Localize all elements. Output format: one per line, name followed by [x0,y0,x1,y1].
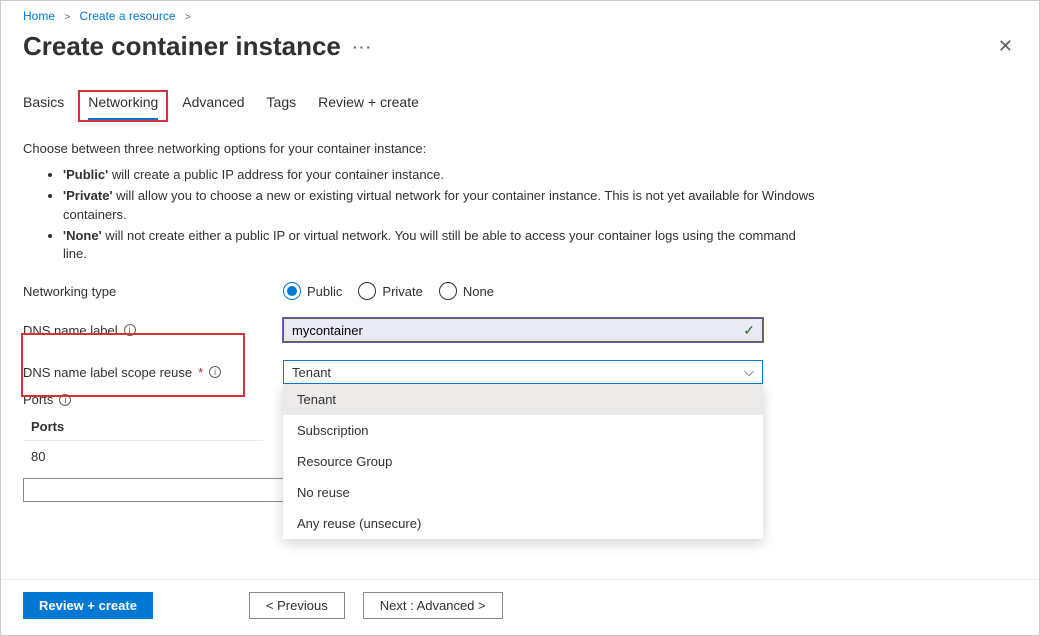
more-icon[interactable]: ··· [353,39,373,55]
close-icon[interactable]: ✕ [994,32,1017,61]
next-button[interactable]: Next : Advanced > [363,592,503,619]
dd-item-tenant[interactable]: Tenant [283,384,763,415]
ports-column-header: Ports [23,413,263,441]
intro-text: Choose between three networking options … [23,141,1017,156]
previous-button[interactable]: < Previous [249,592,345,619]
info-icon[interactable]: i [124,324,136,336]
networking-type-radios: Public Private None [283,282,763,300]
label-dns-scope: DNS name label scope reuse * i [23,365,283,380]
footer-bar: Review + create < Previous Next : Advanc… [1,579,1039,635]
breadcrumb-home[interactable]: Home [23,9,55,23]
dns-name-input[interactable] [283,318,763,342]
radio-none[interactable]: None [439,282,494,300]
chevron-down-icon: ⌵ [744,364,754,380]
radio-public[interactable]: Public [283,282,342,300]
dd-item-subscription[interactable]: Subscription [283,415,763,446]
required-star: * [198,365,203,380]
chevron-right-icon: > [64,12,70,23]
dd-item-resourcegroup[interactable]: Resource Group [283,446,763,477]
bullet-private: 'Private' will allow you to choose a new… [63,187,823,225]
tab-basics[interactable]: Basics [23,94,64,122]
tab-bar: Basics Networking Advanced Tags Review +… [1,62,1039,123]
page-title: Create container instance ··· [23,31,373,62]
breadcrumb: Home > Create a resource > [1,1,1039,27]
bullet-list: 'Public' will create a public IP address… [63,166,1017,264]
tab-advanced[interactable]: Advanced [182,94,244,122]
bullet-none: 'None' will not create either a public I… [63,227,823,265]
highlight-box-tab: Networking [78,90,168,122]
chevron-right-icon: > [185,12,191,23]
tab-tags[interactable]: Tags [267,94,297,122]
tab-review[interactable]: Review + create [318,94,419,122]
review-create-button[interactable]: Review + create [23,592,153,619]
check-icon: ✓ [743,322,755,339]
tab-networking[interactable]: Networking [88,94,158,120]
info-icon[interactable]: i [209,366,221,378]
dns-scope-dropdown: Tenant Subscription Resource Group No re… [283,384,763,539]
breadcrumb-create[interactable]: Create a resource [80,9,176,23]
ports-row-value: 80 [23,441,263,472]
label-networking-type: Networking type [23,284,283,299]
page-title-text: Create container instance [23,31,341,62]
dd-item-anyreuse[interactable]: Any reuse (unsecure) [283,508,763,539]
dd-item-noreuse[interactable]: No reuse [283,477,763,508]
bullet-public: 'Public' will create a public IP address… [63,166,823,185]
info-icon[interactable]: i [59,394,71,406]
label-dns-name: DNS name label i [23,323,283,338]
dns-scope-select[interactable]: Tenant ⌵ [283,360,763,384]
radio-private[interactable]: Private [358,282,422,300]
select-value: Tenant [292,365,331,380]
